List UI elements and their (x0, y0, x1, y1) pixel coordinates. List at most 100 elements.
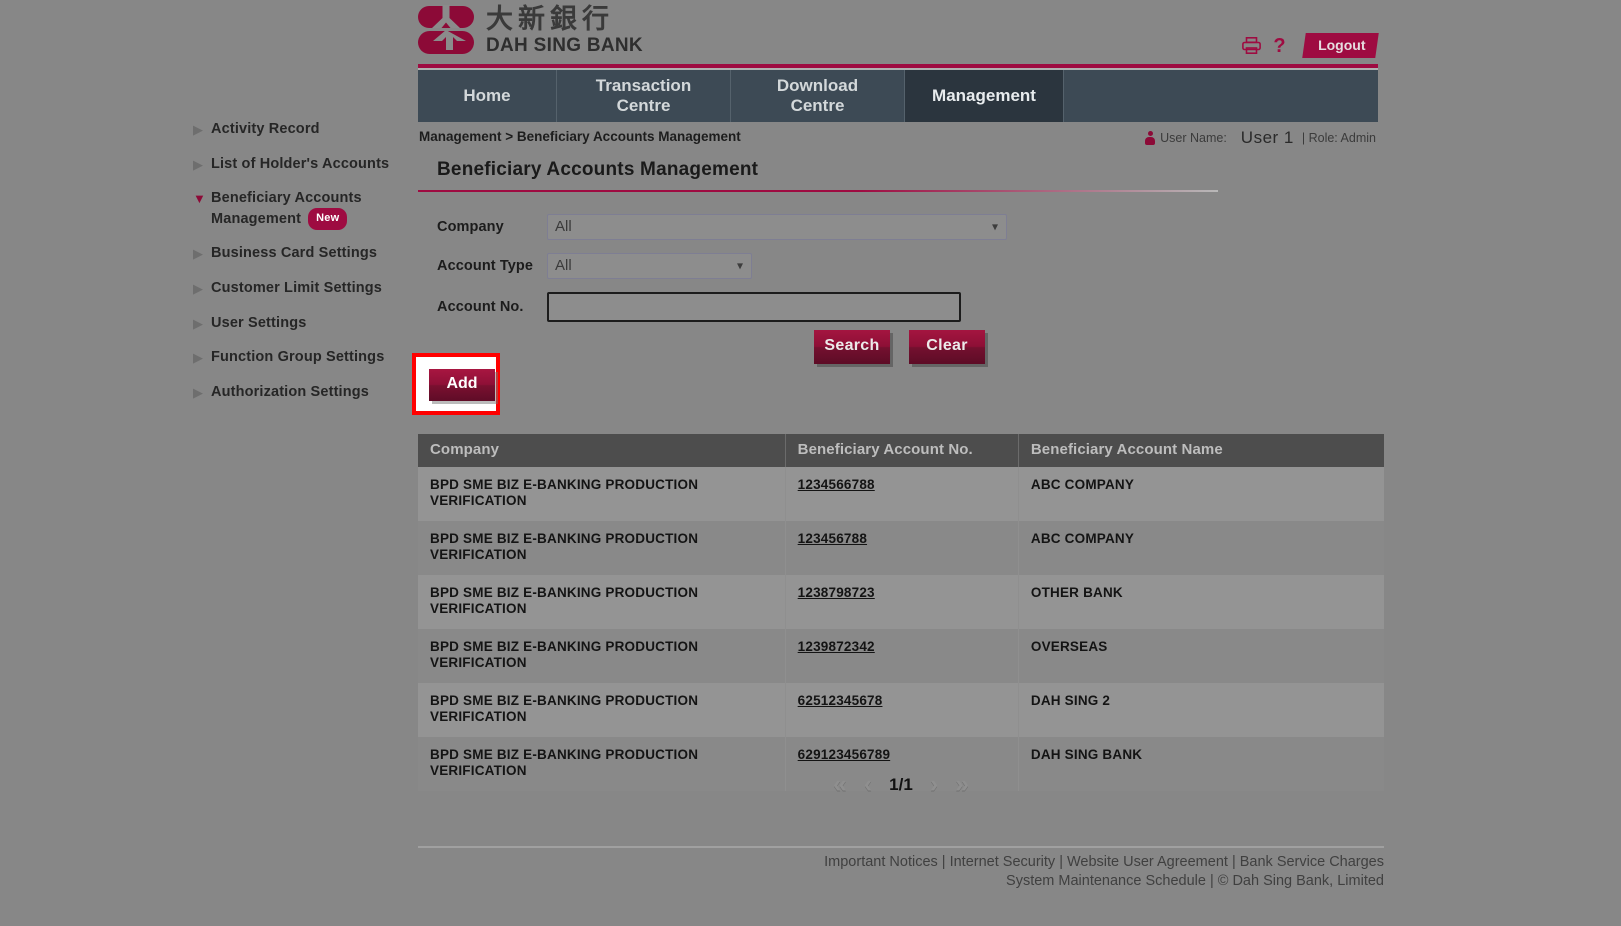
table-header-row: Company Beneficiary Account No. Benefici… (418, 434, 1384, 467)
account-type-label: Account Type (437, 258, 547, 274)
logout-button[interactable]: Logout (1302, 33, 1379, 58)
chevron-down-icon: ▼ (193, 190, 208, 207)
cell-company: BPD SME BIZ E-BANKING PRODUCTION VERIFIC… (418, 467, 785, 521)
account-type-field-row: Account Type All ▾ (437, 253, 752, 279)
user-role: | Role: Admin (1302, 131, 1376, 145)
sidebar-item-customer-limit-settings[interactable]: ▶ Customer Limit Settings (193, 279, 408, 298)
sidebar-item-authorization-settings[interactable]: ▶ Authorization Settings (193, 383, 408, 402)
brand-name-english: DAH SING BANK (486, 35, 643, 57)
form-action-buttons: Search Clear (814, 330, 985, 364)
account-no-label: Account No. (437, 299, 547, 315)
chevron-right-icon: ▶ (193, 384, 208, 401)
sidebar-item-function-group-settings[interactable]: ▶ Function Group Settings (193, 348, 408, 367)
search-button[interactable]: Search (814, 330, 890, 364)
cell-account-no: 62512345678 (785, 683, 1018, 737)
table-row: BPD SME BIZ E-BANKING PRODUCTION VERIFIC… (418, 575, 1384, 629)
sidebar-item-activity-record[interactable]: ▶ Activity Record (193, 120, 408, 139)
breadcrumb-row: Management > Beneficiary Accounts Manage… (418, 122, 1378, 156)
footer: Important Notices | Internet Security | … (418, 853, 1384, 890)
user-name-value: User 1 (1241, 128, 1294, 148)
cell-company: BPD SME BIZ E-BANKING PRODUCTION VERIFIC… (418, 521, 785, 575)
pagination-next-icon[interactable]: › (930, 772, 938, 797)
account-no-link[interactable]: 123456788 (798, 531, 867, 546)
beneficiary-accounts-table: Company Beneficiary Account No. Benefici… (418, 434, 1384, 791)
cell-account-name: DAH SING 2 (1018, 683, 1384, 737)
footer-divider (418, 846, 1384, 848)
sidebar-item-beneficiary-accounts-management[interactable]: ▼ Beneficiary Accounts ManagementNew (193, 189, 408, 230)
account-no-field-row: Account No. (437, 292, 961, 322)
company-field-row: Company All ▾ (437, 214, 1007, 240)
header-bar: 大新銀行 DAH SING BANK ? Logout (418, 0, 1378, 62)
cell-company: BPD SME BIZ E-BANKING PRODUCTION VERIFIC… (418, 629, 785, 683)
chevron-right-icon: ▶ (193, 121, 208, 138)
column-header-account-no: Beneficiary Account No. (785, 434, 1018, 467)
footer-links-line-2[interactable]: System Maintenance Schedule | © Dah Sing… (418, 872, 1384, 890)
cell-account-no: 123456788 (785, 521, 1018, 575)
company-select[interactable]: All (547, 214, 1007, 240)
header-tools: ? Logout (1242, 33, 1377, 58)
pagination-prev-icon[interactable]: ‹ (864, 772, 872, 797)
user-name-label: User Name: (1160, 131, 1227, 145)
table-row: BPD SME BIZ E-BANKING PRODUCTION VERIFIC… (418, 467, 1384, 521)
printer-icon[interactable] (1242, 37, 1261, 54)
question-mark-icon[interactable]: ? (1273, 36, 1285, 56)
pagination-last-icon[interactable]: » (955, 772, 969, 797)
sidebar-item-label: List of Holder's Accounts (211, 155, 389, 174)
account-no-input[interactable] (547, 292, 961, 322)
pagination: « ‹ 1/1 › » (418, 772, 1384, 797)
chevron-right-icon: ▶ (193, 156, 208, 173)
cell-account-name: OTHER BANK (1018, 575, 1384, 629)
column-header-company: Company (418, 434, 785, 467)
table-row: BPD SME BIZ E-BANKING PRODUCTION VERIFIC… (418, 683, 1384, 737)
main-navigation: Home Transaction Centre Download Centre … (418, 70, 1378, 122)
pagination-first-icon[interactable]: « (833, 772, 847, 797)
nav-tab-download-centre[interactable]: Download Centre (731, 70, 905, 122)
page-title: Beneficiary Accounts Management (437, 159, 1378, 181)
chevron-right-icon: ▶ (193, 349, 208, 366)
new-badge: New (308, 208, 347, 230)
company-select-wrapper: All ▾ (547, 214, 1007, 240)
sidebar-item-label: Business Card Settings (211, 244, 377, 263)
company-label: Company (437, 219, 547, 235)
chevron-right-icon: ▶ (193, 315, 208, 332)
cell-company: BPD SME BIZ E-BANKING PRODUCTION VERIFIC… (418, 683, 785, 737)
table-row: BPD SME BIZ E-BANKING PRODUCTION VERIFIC… (418, 629, 1384, 683)
sidebar-item-user-settings[interactable]: ▶ User Settings (193, 314, 408, 333)
sidebar-item-label: Customer Limit Settings (211, 279, 382, 298)
nav-filler (1064, 70, 1378, 122)
main-content: 大新銀行 DAH SING BANK ? Logout Home Tra (418, 0, 1378, 926)
user-info: User Name: User 1 | Role: Admin (1145, 128, 1376, 148)
account-type-select-wrapper: All ▾ (547, 253, 752, 279)
account-no-link[interactable]: 1239872342 (798, 639, 875, 654)
dah-sing-logo-icon (418, 5, 474, 55)
cell-account-name: ABC COMPANY (1018, 467, 1384, 521)
add-button[interactable]: Add (429, 369, 495, 401)
search-form: Company All ▾ Account Type All ▾ (418, 208, 1378, 328)
nav-tab-home[interactable]: Home (418, 70, 557, 122)
nav-tab-transaction-centre[interactable]: Transaction Centre (557, 70, 731, 122)
add-button-highlight: Add (412, 353, 500, 415)
cell-account-no: 1239872342 (785, 629, 1018, 683)
cell-account-name: ABC COMPANY (1018, 521, 1384, 575)
account-no-link[interactable]: 1234566788 (798, 477, 875, 492)
user-icon (1145, 131, 1155, 145)
sidebar-item-label: Authorization Settings (211, 383, 369, 402)
sidebar-item-label: Activity Record (211, 120, 320, 139)
account-no-link[interactable]: 62512345678 (798, 693, 883, 708)
breadcrumb: Management > Beneficiary Accounts Manage… (419, 129, 741, 144)
account-type-select[interactable]: All (547, 253, 752, 279)
nav-tab-management[interactable]: Management (905, 70, 1064, 122)
column-header-account-name: Beneficiary Account Name (1018, 434, 1384, 467)
sidebar-item-list-of-holders-accounts[interactable]: ▶ List of Holder's Accounts (193, 155, 408, 174)
sidebar-item-label: User Settings (211, 314, 306, 333)
account-no-link[interactable]: 629123456789 (798, 747, 891, 762)
brand-name-chinese: 大新銀行 (486, 6, 643, 34)
sidebar: ▶ Activity Record ▶ List of Holder's Acc… (0, 0, 418, 926)
sidebar-item-label: Function Group Settings (211, 348, 384, 367)
pagination-indicator: 1/1 (889, 775, 913, 795)
account-no-link[interactable]: 1238798723 (798, 585, 875, 600)
clear-button[interactable]: Clear (909, 330, 985, 364)
sidebar-item-business-card-settings[interactable]: ▶ Business Card Settings (193, 244, 408, 263)
cell-company: BPD SME BIZ E-BANKING PRODUCTION VERIFIC… (418, 575, 785, 629)
footer-links-line-1[interactable]: Important Notices | Internet Security | … (418, 853, 1384, 871)
